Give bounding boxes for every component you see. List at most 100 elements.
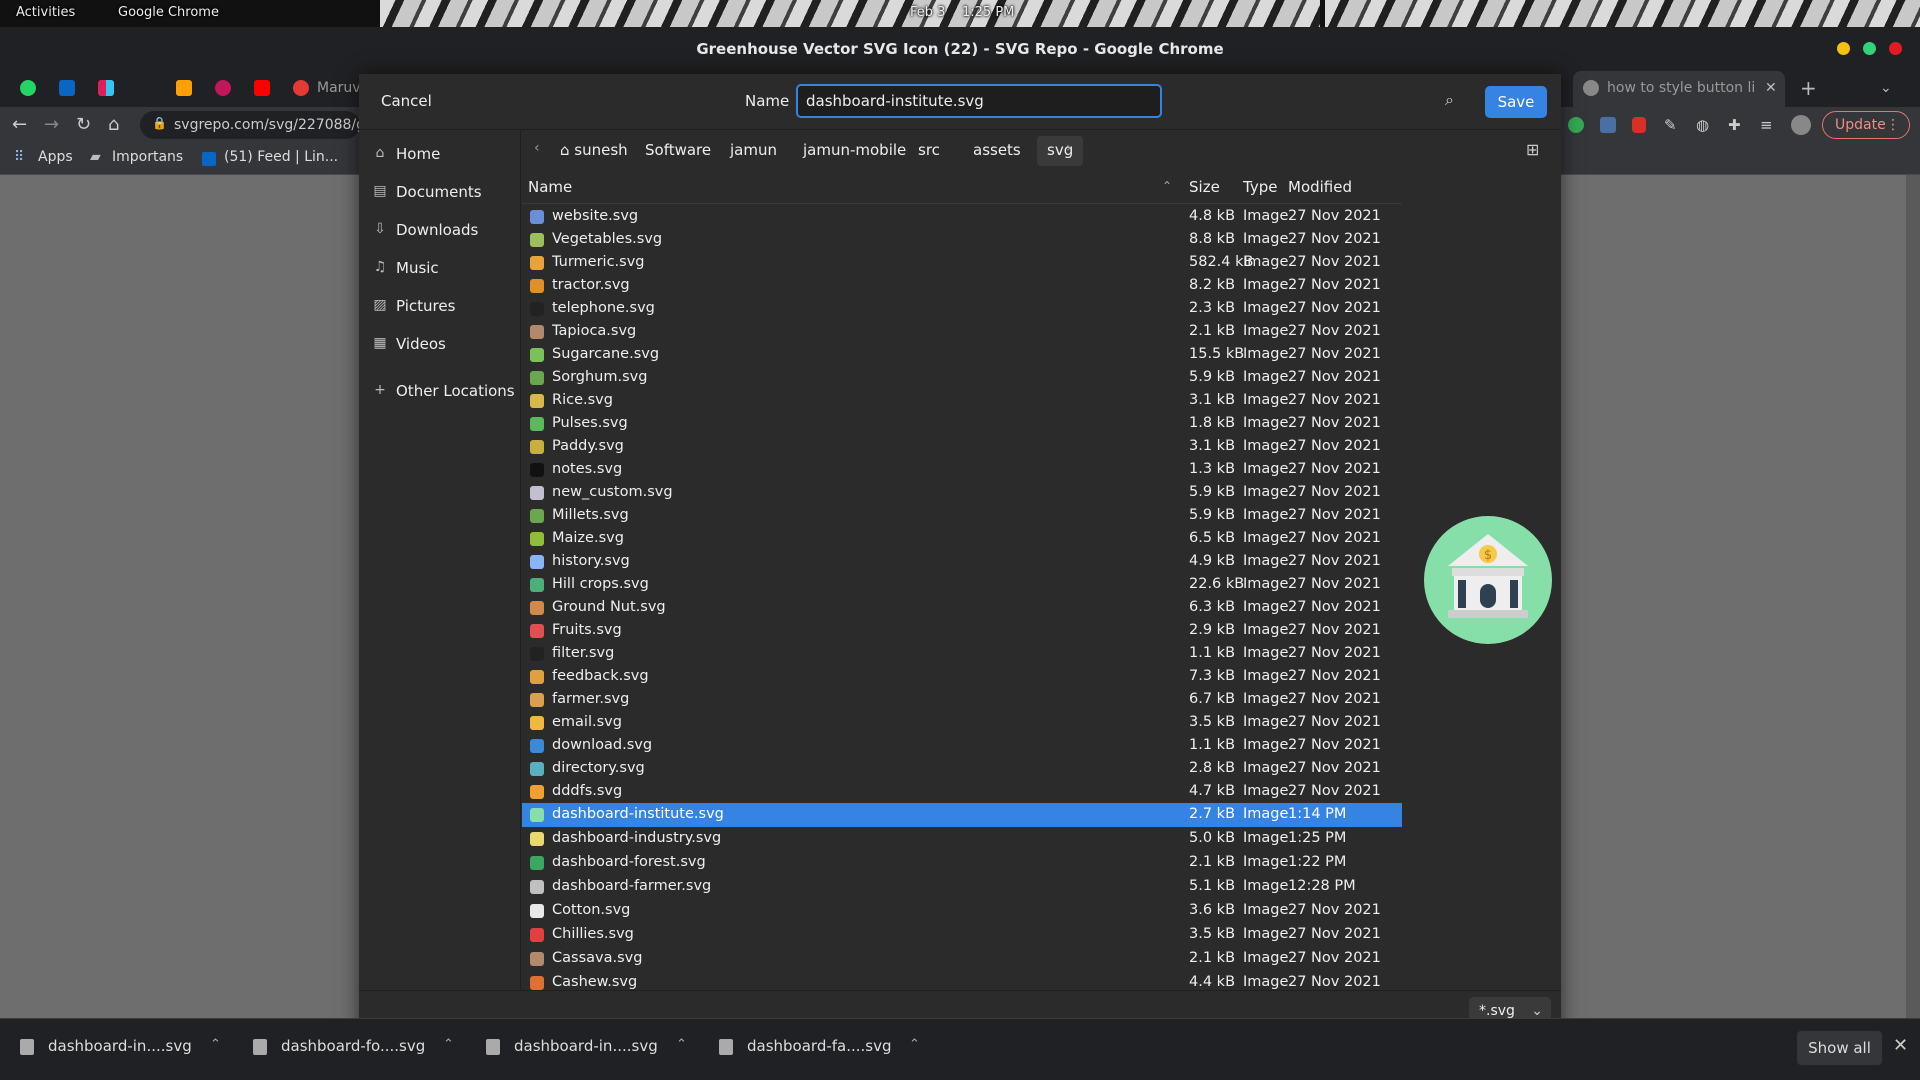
path-crumb-sunesh[interactable]: ⌂ sunesh xyxy=(550,136,638,166)
sidebar-item-documents[interactable]: ▤ Documents xyxy=(371,178,516,208)
bookmark-importans[interactable]: Importans xyxy=(112,149,183,165)
file-row[interactable]: dashboard-industry.svg 5.0 kB Image 1:25 PM xyxy=(522,827,1402,851)
sidebar-item-downloads[interactable]: ⇩ Downloads xyxy=(371,216,516,246)
apps-grid-icon[interactable]: ⠿ xyxy=(14,149,24,165)
address-bar[interactable]: 🔒 svgrepo.com/svg/227088/gre xyxy=(140,111,379,139)
file-row[interactable]: Pulses.svg 1.8 kB Image 27 Nov 2021 xyxy=(522,412,1402,435)
new-tab-button[interactable]: + xyxy=(1800,76,1817,100)
tab-close-icon[interactable]: ✕ xyxy=(1765,80,1777,96)
firebase-tab-icon[interactable] xyxy=(176,80,192,96)
new-folder-icon[interactable]: ⊞ xyxy=(1526,140,1539,159)
file-row[interactable]: Fruits.svg 2.9 kB Image 27 Nov 2021 xyxy=(522,619,1402,642)
file-row[interactable]: directory.svg 2.8 kB Image 27 Nov 2021 xyxy=(522,757,1402,780)
chevron-up-icon[interactable]: ⌃ xyxy=(443,1037,454,1052)
filename-input[interactable] xyxy=(796,84,1162,118)
tab-how-to-style-button[interactable]: how to style button li ✕ xyxy=(1573,71,1785,107)
app-menu[interactable]: Google Chrome xyxy=(118,5,219,20)
file-row[interactable]: Ground Nut.svg 6.3 kB Image 27 Nov 2021 xyxy=(522,596,1402,619)
translate-extension-icon[interactable] xyxy=(1600,117,1616,133)
file-row[interactable]: Tapioca.svg 2.1 kB Image 27 Nov 2021 xyxy=(522,320,1402,343)
reading-list-icon[interactable]: ≡ xyxy=(1760,115,1773,135)
column-size-header[interactable]: Size xyxy=(1189,178,1220,196)
tab-maruv-label[interactable]: Maruv xyxy=(317,80,361,96)
file-row[interactable]: Cotton.svg 3.6 kB Image 27 Nov 2021 xyxy=(522,899,1402,923)
file-row[interactable]: Sugarcane.svg 15.5 kB Image 27 Nov 2021 xyxy=(522,343,1402,366)
file-row[interactable]: website.svg 4.8 kB Image 27 Nov 2021 xyxy=(522,205,1402,228)
chevron-up-icon[interactable]: ⌃ xyxy=(909,1037,920,1052)
file-row[interactable]: Maize.svg 6.5 kB Image 27 Nov 2021 xyxy=(522,527,1402,550)
path-crumb-software[interactable]: Software xyxy=(635,136,721,166)
file-row[interactable]: dashboard-farmer.svg 5.1 kB Image 12:28 PM xyxy=(522,875,1402,899)
music-tab-icon[interactable] xyxy=(293,80,309,96)
path-crumb-src[interactable]: src xyxy=(908,136,950,166)
minimize-button[interactable] xyxy=(1837,42,1850,55)
page-scrollbar[interactable] xyxy=(1906,175,1920,1018)
sidebar-item-home[interactable]: ⌂ Home xyxy=(371,140,516,170)
linkedin-tab-icon[interactable] xyxy=(59,80,75,96)
file-row[interactable]: notes.svg 1.3 kB Image 27 Nov 2021 xyxy=(522,458,1402,481)
back-icon[interactable]: ← xyxy=(12,115,27,135)
path-left-arrow-icon[interactable]: ‹ xyxy=(534,140,540,156)
home-icon[interactable]: ⌂ xyxy=(108,115,119,135)
slack-tab-icon[interactable] xyxy=(98,80,114,96)
file-row[interactable]: Rice.svg 3.1 kB Image 27 Nov 2021 xyxy=(522,389,1402,412)
file-row[interactable]: Turmeric.svg 582.4 kB Image 27 Nov 2021 xyxy=(522,251,1402,274)
cancel-button[interactable]: Cancel xyxy=(381,92,432,110)
file-row[interactable]: Chillies.svg 3.5 kB Image 27 Nov 2021 xyxy=(522,923,1402,947)
column-modified-header[interactable]: Modified xyxy=(1288,178,1352,196)
dribbble-tab-icon[interactable] xyxy=(215,80,231,96)
file-row[interactable]: farmer.svg 6.7 kB Image 27 Nov 2021 xyxy=(522,688,1402,711)
path-crumb-svg[interactable]: svg xyxy=(1037,136,1084,166)
file-row[interactable]: Hill crops.svg 22.6 kB Image 27 Nov 2021 xyxy=(522,573,1402,596)
path-crumb-jamun-mobile[interactable]: jamun-mobile xyxy=(793,136,916,166)
whatsapp-tab-icon[interactable] xyxy=(20,80,36,96)
file-row[interactable]: Millets.svg 5.9 kB Image 27 Nov 2021 xyxy=(522,504,1402,527)
download-item[interactable]: dashboard-fo....svg ⌃ xyxy=(253,1037,468,1063)
file-row[interactable]: filter.svg 1.1 kB Image 27 Nov 2021 xyxy=(522,642,1402,665)
sidebar-item-music[interactable]: ♫ Music xyxy=(371,254,516,284)
chevron-up-icon[interactable]: ⌃ xyxy=(210,1037,221,1052)
close-downloads-bar-icon[interactable]: ✕ xyxy=(1893,1035,1908,1056)
forward-icon[interactable]: → xyxy=(44,115,59,135)
file-row[interactable]: dashboard-institute.svg 2.7 kB Image 1:14 P… xyxy=(522,803,1402,827)
chevron-up-icon[interactable]: ⌃ xyxy=(676,1037,687,1052)
file-row[interactable]: tractor.svg 8.2 kB Image 27 Nov 2021 xyxy=(522,274,1402,297)
file-row[interactable]: new_custom.svg 5.9 kB Image 27 Nov 2021 xyxy=(522,481,1402,504)
file-row[interactable]: Paddy.svg 3.1 kB Image 27 Nov 2021 xyxy=(522,435,1402,458)
grammarly-extension-icon[interactable] xyxy=(1568,117,1584,133)
profile-avatar[interactable] xyxy=(1791,115,1811,135)
search-icon[interactable]: ⌕ xyxy=(1445,90,1454,110)
file-row[interactable]: email.svg 3.5 kB Image 27 Nov 2021 xyxy=(522,711,1402,734)
sort-ascending-icon[interactable]: ⌃ xyxy=(1162,179,1172,193)
column-name-header[interactable]: Name xyxy=(528,178,572,196)
file-row[interactable]: dddfs.svg 4.7 kB Image 27 Nov 2021 xyxy=(522,780,1402,803)
file-row[interactable]: Cassava.svg 2.1 kB Image 27 Nov 2021 xyxy=(522,947,1402,971)
puzzle-extensions-icon[interactable]: ✚ xyxy=(1728,115,1741,135)
reload-icon[interactable]: ↻ xyxy=(76,115,91,135)
extension-icon[interactable]: ✎ xyxy=(1664,115,1677,135)
file-row[interactable]: Cashew.svg 4.4 kB Image 27 Nov 2021 xyxy=(522,971,1402,990)
youtube-tab-icon[interactable] xyxy=(254,80,270,96)
sidebar-item-videos[interactable]: ▦ Videos xyxy=(371,330,516,360)
adblock-extension-icon[interactable] xyxy=(1632,117,1646,133)
file-row[interactable]: download.svg 1.1 kB Image 27 Nov 2021 xyxy=(522,734,1402,757)
sidebar-item-other-locations[interactable]: + Other Locations xyxy=(371,377,516,407)
save-button[interactable]: Save xyxy=(1485,86,1547,118)
file-row[interactable]: Sorghum.svg 5.9 kB Image 27 Nov 2021 xyxy=(522,366,1402,389)
sidebar-item-pictures[interactable]: ▨ Pictures xyxy=(371,292,516,322)
bookmark-apps[interactable]: Apps xyxy=(38,149,73,165)
show-all-downloads-button[interactable]: Show all xyxy=(1797,1031,1882,1065)
clock-time[interactable]: 1:25 PM xyxy=(962,5,1014,20)
path-right-arrow-icon[interactable]: › xyxy=(1066,140,1072,156)
bookmark-linkedin-feed[interactable]: (51) Feed | Lin... xyxy=(224,149,338,165)
maximize-button[interactable] xyxy=(1863,42,1876,55)
path-crumb-assets[interactable]: assets xyxy=(963,136,1031,166)
globe-extension-icon[interactable]: ◍ xyxy=(1696,115,1709,135)
clock-date[interactable]: Feb 3 xyxy=(910,5,945,20)
download-item[interactable]: dashboard-in....svg ⌃ xyxy=(486,1037,701,1063)
activities-button[interactable]: Activities xyxy=(16,5,75,20)
download-item[interactable]: dashboard-fa....svg ⌃ xyxy=(719,1037,934,1063)
path-crumb-jamun[interactable]: jamun xyxy=(720,136,787,166)
tab-search-icon[interactable]: ⌄ xyxy=(1880,80,1892,96)
file-row[interactable]: feedback.svg 7.3 kB Image 27 Nov 2021 xyxy=(522,665,1402,688)
